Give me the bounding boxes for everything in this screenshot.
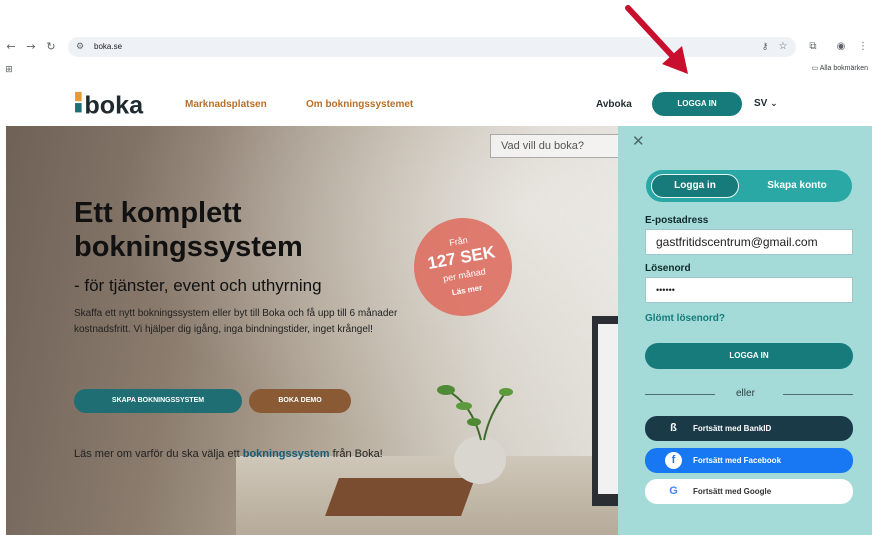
logo-text: boka: [84, 91, 144, 118]
tab-login[interactable]: Logga in: [651, 174, 739, 198]
bankid-label: Fortsätt med BankID: [693, 424, 772, 433]
hero-subtitle: - för tjänster, event och uthyrning: [74, 276, 322, 295]
facebook-icon: f: [665, 452, 682, 469]
tab-register[interactable]: Skapa konto: [752, 174, 842, 198]
bokningssystem-link[interactable]: bokningssystem: [243, 448, 330, 460]
boka-logo[interactable]: boka: [72, 90, 164, 118]
avboka-link[interactable]: Avboka: [596, 99, 632, 110]
google-label: Fortsätt med Google: [693, 487, 772, 496]
create-booking-system-button[interactable]: SKAPA BOKNINGSSYSTEM: [74, 389, 242, 413]
read-more-suffix: från Boka!: [329, 448, 383, 460]
laptop-screen-image: [598, 324, 618, 494]
password-value: ••••••: [656, 285, 675, 295]
reload-icon[interactable]: ↻: [44, 36, 58, 58]
login-tabs: Logga in Skapa konto: [646, 170, 852, 202]
password-key-icon[interactable]: ⚷: [758, 36, 772, 58]
divider-left: [645, 394, 715, 395]
apps-grid-icon[interactable]: ⊞: [2, 59, 16, 81]
read-more-text: Läs mer om varför du ska välja ett bokni…: [74, 446, 394, 462]
bankid-button[interactable]: ß Fortsätt med BankID: [645, 416, 853, 441]
search-input[interactable]: Vad vill du boka?: [490, 134, 618, 158]
facebook-button[interactable]: f Fortsätt med Facebook: [645, 448, 853, 473]
hero-title: Ett komplett bokningssystem: [74, 197, 303, 263]
site-settings-icon[interactable]: ⚙: [76, 37, 84, 57]
or-text: eller: [736, 388, 755, 399]
email-field[interactable]: gastfritidscentrum@gmail.com: [645, 229, 853, 255]
browser-toolbar: ← → ↻ ⚙ boka.se ⚷ ☆ ⧉ ◉ ⋮: [0, 36, 872, 58]
extensions-icon[interactable]: ⧉: [806, 36, 820, 58]
hero-section: Vad vill du boka? Ett komplett bokningss…: [6, 126, 618, 535]
email-label: E-postadress: [645, 215, 709, 226]
password-label: Lösenord: [645, 263, 691, 274]
search-placeholder: Vad vill du boka?: [501, 140, 584, 152]
nav-om-bokningssystemet[interactable]: Om bokningssystemet: [306, 99, 413, 110]
menu-icon[interactable]: ⋮: [856, 36, 870, 58]
forward-icon[interactable]: →: [24, 36, 38, 58]
facebook-label: Fortsätt med Facebook: [693, 456, 782, 465]
red-arrow-annotation: [625, 5, 688, 74]
url-text: boka.se: [94, 42, 123, 51]
email-value: gastfritidscentrum@gmail.com: [656, 235, 818, 249]
plant-image: [437, 385, 513, 441]
bankid-icon: ß: [670, 422, 677, 434]
close-icon[interactable]: ✕: [632, 132, 645, 150]
password-field[interactable]: ••••••: [645, 277, 853, 303]
forgot-password-link[interactable]: Glömt lösenord?: [645, 313, 725, 324]
notebook-image: [325, 478, 475, 516]
language-label: SV: [754, 98, 768, 109]
hero-description: Skaffa ett nytt bokningssystem eller byt…: [74, 308, 398, 335]
bookmarks-bar: ⊞ ▭ Alla bokmärken: [0, 60, 872, 80]
read-more-prefix: Läs mer om varför du ska välja ett: [74, 448, 243, 460]
back-icon[interactable]: ←: [4, 36, 18, 58]
bookmark-star-icon[interactable]: ☆: [776, 36, 790, 58]
divider-right: [783, 394, 853, 395]
chevron-down-icon: ⌄: [770, 99, 778, 109]
login-submit-button[interactable]: LOGGA IN: [645, 343, 853, 369]
all-bookmarks-label: Alla bokmärken: [819, 65, 868, 72]
site-header: boka Marknadsplatsen Om bokningssystemet…: [0, 80, 872, 126]
all-bookmarks[interactable]: ▭ Alla bokmärken: [812, 64, 868, 72]
profile-icon[interactable]: ◉: [834, 36, 848, 58]
google-button[interactable]: G Fortsätt med Google: [645, 479, 853, 504]
language-select[interactable]: SV ⌄: [754, 98, 778, 109]
google-icon: G: [669, 485, 678, 497]
login-panel: ✕ Logga in Skapa konto E-postadress gast…: [618, 126, 872, 535]
header-login-button[interactable]: LOGGA IN: [652, 92, 742, 116]
nav-marknadsplatsen[interactable]: Marknadsplatsen: [185, 99, 267, 110]
book-demo-button[interactable]: BOKA DEMO: [249, 389, 351, 413]
